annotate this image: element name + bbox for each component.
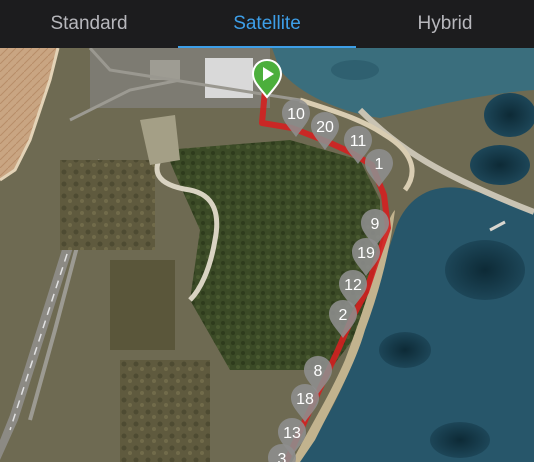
marker-label: 13 <box>283 425 301 442</box>
map-canvas[interactable]: 1020111919122818133 <box>0 48 534 462</box>
field <box>110 260 175 350</box>
tab-hybrid-label: Hybrid <box>417 13 473 34</box>
marker-label: 9 <box>371 216 380 233</box>
satellite-map[interactable]: 10 20 11 1 9 19 12 2 8 18 13 3 <box>0 48 534 462</box>
marker-label: 18 <box>296 391 314 408</box>
field <box>60 160 155 250</box>
marker-label: 2 <box>339 307 348 324</box>
cloud-shadow <box>484 93 534 137</box>
tab-standard[interactable]: Standard <box>0 0 178 48</box>
field <box>120 360 210 462</box>
marker-label: 10 <box>287 106 305 123</box>
marker-label: 12 <box>344 277 362 294</box>
tab-satellite-label: Satellite <box>233 13 301 34</box>
tab-standard-label: Standard <box>50 13 128 34</box>
marker-label: 3 <box>278 451 287 462</box>
marker-label: 8 <box>314 363 323 380</box>
marker-label: 19 <box>357 245 375 262</box>
cloud-shadow <box>445 240 525 300</box>
map-screen: Standard Satellite Hybrid 10 20 11 1 9 1… <box>0 0 534 462</box>
marker-label: 11 <box>350 133 367 150</box>
tab-hybrid[interactable]: Hybrid <box>356 0 534 48</box>
tab-satellite[interactable]: Satellite <box>178 0 356 48</box>
cloud-shadow <box>379 332 431 368</box>
map-type-tabs: Standard Satellite Hybrid <box>0 0 534 48</box>
marker-label: 1 <box>375 156 384 173</box>
cloud-shadow <box>331 60 379 80</box>
cloud-shadow <box>430 422 490 458</box>
marker-label: 20 <box>316 119 334 136</box>
cloud-shadow <box>470 145 530 185</box>
